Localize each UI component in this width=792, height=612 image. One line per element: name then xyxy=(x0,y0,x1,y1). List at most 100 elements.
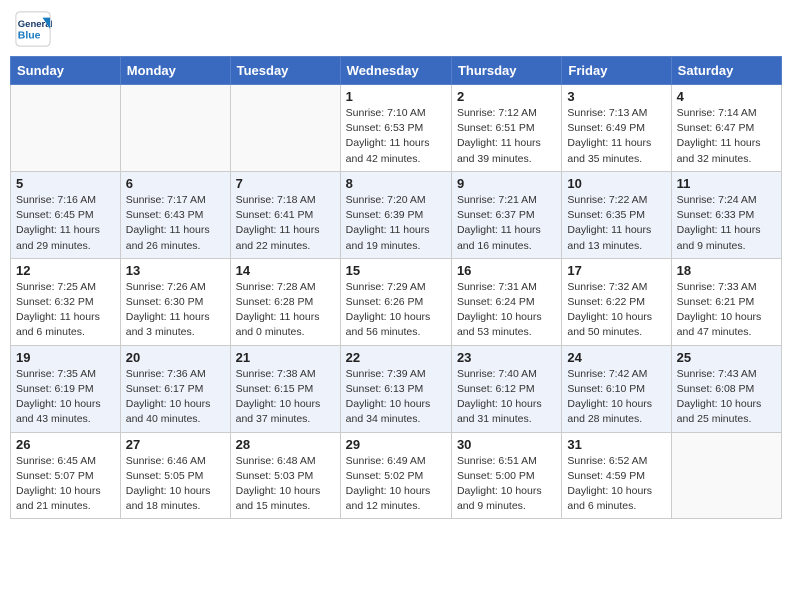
calendar-cell: 26 Sunrise: 6:45 AM Sunset: 5:07 PM Dayli… xyxy=(11,432,121,519)
day-info: Sunrise: 7:25 AM Sunset: 6:32 PM Dayligh… xyxy=(16,280,115,341)
day-number: 10 xyxy=(567,176,665,191)
day-info: Sunrise: 7:33 AM Sunset: 6:21 PM Dayligh… xyxy=(677,280,776,341)
calendar-cell: 16 Sunrise: 7:31 AM Sunset: 6:24 PM Dayli… xyxy=(451,258,561,345)
day-info: Sunrise: 6:49 AM Sunset: 5:02 PM Dayligh… xyxy=(346,454,446,515)
day-number: 18 xyxy=(677,263,776,278)
calendar-cell: 30 Sunrise: 6:51 AM Sunset: 5:00 PM Dayli… xyxy=(451,432,561,519)
calendar-cell xyxy=(671,432,781,519)
day-number: 21 xyxy=(236,350,335,365)
calendar-cell: 20 Sunrise: 7:36 AM Sunset: 6:17 PM Dayli… xyxy=(120,345,230,432)
day-info: Sunrise: 7:31 AM Sunset: 6:24 PM Dayligh… xyxy=(457,280,556,341)
calendar-cell: 11 Sunrise: 7:24 AM Sunset: 6:33 PM Dayli… xyxy=(671,171,781,258)
day-info: Sunrise: 6:52 AM Sunset: 4:59 PM Dayligh… xyxy=(567,454,665,515)
calendar-cell: 23Sunrise: 7:40 AM Sunset: 6:12 PM Dayli… xyxy=(451,345,561,432)
day-number: 29 xyxy=(346,437,446,452)
calendar-cell: 28 Sunrise: 6:48 AM Sunset: 5:03 PM Dayli… xyxy=(230,432,340,519)
day-number: 30 xyxy=(457,437,556,452)
day-info: Sunrise: 7:26 AM Sunset: 6:30 PM Dayligh… xyxy=(126,280,225,341)
logo: General Blue xyxy=(14,10,52,48)
calendar-cell xyxy=(11,85,121,172)
weekday-header-wednesday: Wednesday xyxy=(340,57,451,85)
day-info: Sunrise: 7:29 AM Sunset: 6:26 PM Dayligh… xyxy=(346,280,446,341)
page-header: General Blue xyxy=(10,10,782,48)
day-number: 16 xyxy=(457,263,556,278)
day-info: Sunrise: 7:28 AM Sunset: 6:28 PM Dayligh… xyxy=(236,280,335,341)
day-number: 9 xyxy=(457,176,556,191)
calendar-cell: 13 Sunrise: 7:26 AM Sunset: 6:30 PM Dayli… xyxy=(120,258,230,345)
weekday-header-sunday: Sunday xyxy=(11,57,121,85)
calendar-cell xyxy=(230,85,340,172)
day-number: 31 xyxy=(567,437,665,452)
calendar-cell: 19 Sunrise: 7:35 AM Sunset: 6:19 PM Dayli… xyxy=(11,345,121,432)
calendar-cell: 4 Sunrise: 7:14 AM Sunset: 6:47 PM Daylig… xyxy=(671,85,781,172)
calendar-week-row: 19 Sunrise: 7:35 AM Sunset: 6:19 PM Dayli… xyxy=(11,345,782,432)
calendar-cell: 12 Sunrise: 7:25 AM Sunset: 6:32 PM Dayli… xyxy=(11,258,121,345)
calendar-cell: 3 Sunrise: 7:13 AM Sunset: 6:49 PM Daylig… xyxy=(562,85,671,172)
day-number: 28 xyxy=(236,437,335,452)
calendar-cell: 8Sunrise: 7:20 AM Sunset: 6:39 PM Daylig… xyxy=(340,171,451,258)
day-info: Sunrise: 7:39 AM Sunset: 6:13 PM Dayligh… xyxy=(346,367,446,428)
day-number: 5 xyxy=(16,176,115,191)
day-info: Sunrise: 6:46 AM Sunset: 5:05 PM Dayligh… xyxy=(126,454,225,515)
day-info: Sunrise: 7:16 AM Sunset: 6:45 PM Dayligh… xyxy=(16,193,115,254)
day-info: Sunrise: 7:24 AM Sunset: 6:33 PM Dayligh… xyxy=(677,193,776,254)
day-info: Sunrise: 7:10 AM Sunset: 6:53 PM Dayligh… xyxy=(346,106,446,167)
day-number: 17 xyxy=(567,263,665,278)
calendar-table: SundayMondayTuesdayWednesdayThursdayFrid… xyxy=(10,56,782,519)
calendar-cell: 5 Sunrise: 7:16 AM Sunset: 6:45 PM Daylig… xyxy=(11,171,121,258)
calendar-cell: 18 Sunrise: 7:33 AM Sunset: 6:21 PM Dayli… xyxy=(671,258,781,345)
day-number: 20 xyxy=(126,350,225,365)
day-info: Sunrise: 7:35 AM Sunset: 6:19 PM Dayligh… xyxy=(16,367,115,428)
day-number: 26 xyxy=(16,437,115,452)
calendar-week-row: 12 Sunrise: 7:25 AM Sunset: 6:32 PM Dayli… xyxy=(11,258,782,345)
day-info: Sunrise: 7:22 AM Sunset: 6:35 PM Dayligh… xyxy=(567,193,665,254)
day-info: Sunrise: 7:21 AM Sunset: 6:37 PM Dayligh… xyxy=(457,193,556,254)
weekday-header-monday: Monday xyxy=(120,57,230,85)
day-info: Sunrise: 7:43 AM Sunset: 6:08 PM Dayligh… xyxy=(677,367,776,428)
calendar-week-row: 26 Sunrise: 6:45 AM Sunset: 5:07 PM Dayli… xyxy=(11,432,782,519)
day-info: Sunrise: 7:42 AM Sunset: 6:10 PM Dayligh… xyxy=(567,367,665,428)
calendar-cell: 2Sunrise: 7:12 AM Sunset: 6:51 PM Daylig… xyxy=(451,85,561,172)
day-info: Sunrise: 7:13 AM Sunset: 6:49 PM Dayligh… xyxy=(567,106,665,167)
day-info: Sunrise: 7:14 AM Sunset: 6:47 PM Dayligh… xyxy=(677,106,776,167)
svg-text:Blue: Blue xyxy=(18,31,41,42)
calendar-week-row: 1 Sunrise: 7:10 AM Sunset: 6:53 PM Daylig… xyxy=(11,85,782,172)
day-number: 23 xyxy=(457,350,556,365)
calendar-cell: 24Sunrise: 7:42 AM Sunset: 6:10 PM Dayli… xyxy=(562,345,671,432)
day-number: 27 xyxy=(126,437,225,452)
calendar-cell: 10 Sunrise: 7:22 AM Sunset: 6:35 PM Dayli… xyxy=(562,171,671,258)
day-number: 14 xyxy=(236,263,335,278)
day-info: Sunrise: 7:38 AM Sunset: 6:15 PM Dayligh… xyxy=(236,367,335,428)
day-info: Sunrise: 7:20 AM Sunset: 6:39 PM Dayligh… xyxy=(346,193,446,254)
calendar-cell: 29 Sunrise: 6:49 AM Sunset: 5:02 PM Dayli… xyxy=(340,432,451,519)
weekday-header-row: SundayMondayTuesdayWednesdayThursdayFrid… xyxy=(11,57,782,85)
calendar-cell: 1 Sunrise: 7:10 AM Sunset: 6:53 PM Daylig… xyxy=(340,85,451,172)
day-info: Sunrise: 6:51 AM Sunset: 5:00 PM Dayligh… xyxy=(457,454,556,515)
day-number: 22 xyxy=(346,350,446,365)
day-info: Sunrise: 7:18 AM Sunset: 6:41 PM Dayligh… xyxy=(236,193,335,254)
day-number: 1 xyxy=(346,89,446,104)
calendar-cell: 31 Sunrise: 6:52 AM Sunset: 4:59 PM Dayli… xyxy=(562,432,671,519)
calendar-cell: 22 Sunrise: 7:39 AM Sunset: 6:13 PM Dayli… xyxy=(340,345,451,432)
calendar-cell: 27 Sunrise: 6:46 AM Sunset: 5:05 PM Dayli… xyxy=(120,432,230,519)
day-info: Sunrise: 7:17 AM Sunset: 6:43 PM Dayligh… xyxy=(126,193,225,254)
day-info: Sunrise: 7:36 AM Sunset: 6:17 PM Dayligh… xyxy=(126,367,225,428)
day-info: Sunrise: 6:48 AM Sunset: 5:03 PM Dayligh… xyxy=(236,454,335,515)
day-number: 19 xyxy=(16,350,115,365)
calendar-cell: 15Sunrise: 7:29 AM Sunset: 6:26 PM Dayli… xyxy=(340,258,451,345)
day-info: Sunrise: 7:12 AM Sunset: 6:51 PM Dayligh… xyxy=(457,106,556,167)
day-number: 11 xyxy=(677,176,776,191)
weekday-header-friday: Friday xyxy=(562,57,671,85)
day-info: Sunrise: 6:45 AM Sunset: 5:07 PM Dayligh… xyxy=(16,454,115,515)
weekday-header-saturday: Saturday xyxy=(671,57,781,85)
calendar-cell: 17 Sunrise: 7:32 AM Sunset: 6:22 PM Dayli… xyxy=(562,258,671,345)
calendar-cell: 14 Sunrise: 7:28 AM Sunset: 6:28 PM Dayli… xyxy=(230,258,340,345)
day-number: 13 xyxy=(126,263,225,278)
day-number: 3 xyxy=(567,89,665,104)
day-info: Sunrise: 7:32 AM Sunset: 6:22 PM Dayligh… xyxy=(567,280,665,341)
day-number: 4 xyxy=(677,89,776,104)
day-number: 7 xyxy=(236,176,335,191)
weekday-header-thursday: Thursday xyxy=(451,57,561,85)
weekday-header-tuesday: Tuesday xyxy=(230,57,340,85)
day-number: 12 xyxy=(16,263,115,278)
